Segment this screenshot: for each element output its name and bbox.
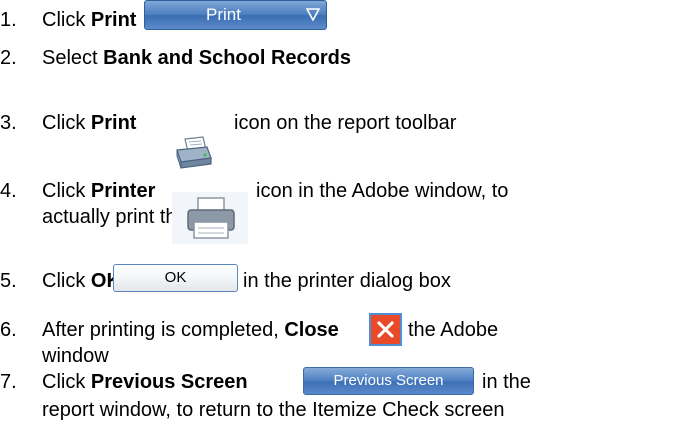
step-text: Click OK [42, 269, 121, 293]
previous-screen-button[interactable]: Previous Screen [303, 367, 474, 395]
step-prefix: Click [42, 371, 91, 393]
printer-icon[interactable] [173, 136, 213, 170]
print-button-label: Print [206, 5, 241, 24]
step-continuation: report window, to return to the Itemize … [42, 399, 505, 421]
step-number: 6. [0, 319, 17, 341]
step-bold-term: Bank and School Records [103, 47, 351, 69]
step-continuation: window [42, 345, 109, 367]
step-suffix: icon in the Adobe window, to [256, 180, 509, 202]
step-number: 2. [0, 47, 17, 69]
step-bold-term: Print [90, 112, 137, 134]
step-number: 7. [0, 371, 17, 393]
step-bold-term: Printer [90, 180, 156, 202]
step-prefix: Click [42, 9, 91, 31]
step-prefix: Click [42, 270, 91, 292]
step-1: 1. Click Print Print [0, 0, 674, 38]
step-text: Click Printer [42, 179, 155, 203]
step-suffix: in the printer dialog box [243, 270, 451, 292]
step-prefix: Click [42, 112, 91, 134]
step-3: 3. Click Print icon on the report toolba… [0, 111, 674, 141]
step-2: 2. Select Bank and School Records [0, 46, 674, 76]
step-number: 3. [0, 112, 17, 134]
step-bold-term: Print [90, 9, 137, 31]
step-4: 4. Click Printer icon in the Adobe windo… [0, 179, 674, 239]
step-suffix: the Adobe [408, 319, 499, 341]
step-suffix: in the [482, 371, 531, 393]
close-icon[interactable] [369, 313, 402, 346]
step-bold-term: Close [284, 319, 339, 341]
printer-icon[interactable] [172, 192, 248, 244]
print-dropdown-button[interactable]: Print [144, 0, 327, 30]
step-prefix: Click [42, 180, 91, 202]
step-suffix: icon on the report toolbar [234, 112, 457, 134]
step-text: Select Bank and School Records [42, 46, 351, 70]
step-5: 5. Click OK in the printer dialog box [0, 269, 674, 299]
step-bold-term: Previous Screen [90, 371, 248, 393]
step-number: 5. [0, 270, 17, 292]
chevron-down-icon [306, 8, 320, 21]
ok-button[interactable]: OK [113, 264, 238, 292]
step-number: 1. [0, 9, 17, 31]
step-text: Click Print [42, 111, 136, 135]
step-text: Click Previous Screen [42, 370, 248, 394]
step-number: 4. [0, 180, 17, 202]
step-prefix: Select [42, 47, 104, 69]
step-text: Click Print [42, 8, 136, 32]
step-prefix: After printing is completed, [42, 319, 285, 341]
step-text: After printing is completed, Close [42, 318, 339, 342]
